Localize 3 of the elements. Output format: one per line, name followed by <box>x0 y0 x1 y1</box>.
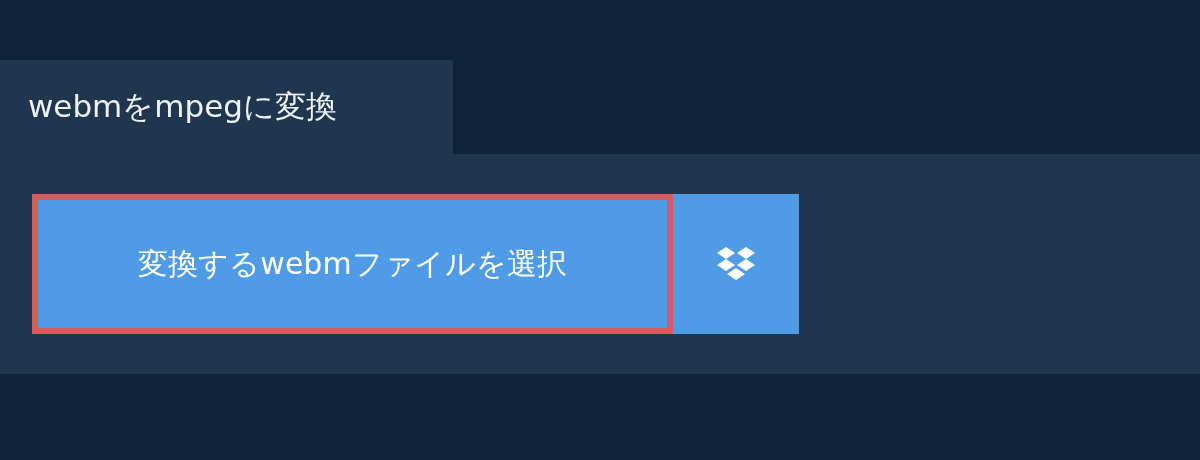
dropbox-button[interactable] <box>673 194 799 334</box>
box-icon <box>715 246 757 282</box>
tab[interactable]: webmをmpegに変換 <box>0 60 453 154</box>
